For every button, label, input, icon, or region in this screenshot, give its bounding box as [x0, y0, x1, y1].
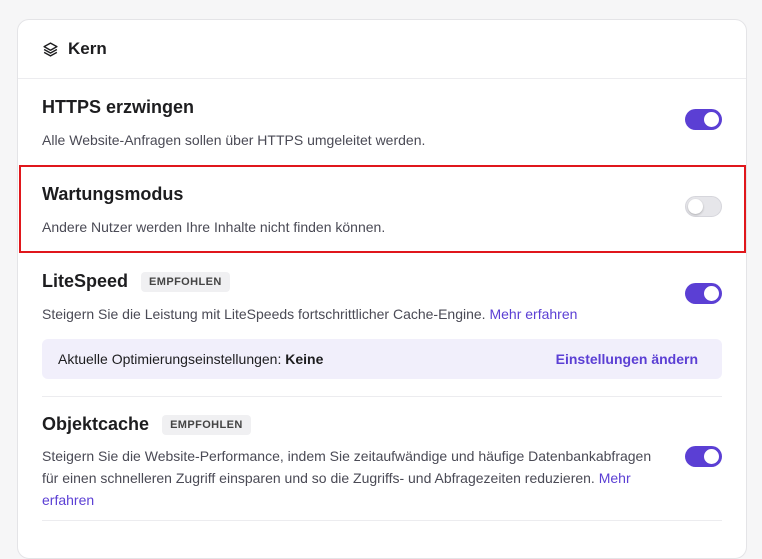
change-settings-button[interactable]: Einstellungen ändern — [556, 351, 698, 367]
objectcache-description-line2-wrap: für einen schnelleren Zugriff einsparen … — [42, 467, 672, 489]
litespeed-toggle[interactable] — [685, 283, 722, 304]
https-toggle[interactable] — [685, 109, 722, 130]
maintenance-description: Andere Nutzer werden Ihre Inhalte nicht … — [42, 219, 386, 235]
toggle-knob — [688, 199, 703, 214]
maintenance-setting: Wartungsmodus — [42, 184, 722, 205]
objectcache-toggle[interactable] — [685, 446, 722, 467]
card-title: Kern — [68, 39, 107, 58]
objectcache-desc-wrap: Steigern Sie die Website-Performance, in… — [42, 445, 672, 511]
objectcache-description-line2: für einen schnelleren Zugriff einsparen … — [42, 470, 595, 486]
litespeed-desc-wrap: Steigern Sie die Leistung mit LiteSpeeds… — [42, 303, 722, 325]
toggle-knob — [704, 286, 719, 301]
optimization-info: Aktuelle Optimierungseinstellungen: Kein… — [58, 351, 323, 367]
https-desc-wrap: Alle Website-Anfragen sollen über HTTPS … — [42, 129, 722, 151]
optimization-value: Keine — [285, 351, 324, 367]
maintenance-desc-wrap: Andere Nutzer werden Ihre Inhalte nicht … — [42, 216, 722, 238]
settings-card: Kern HTTPS erzwingen Alle Website-Anfrag… — [17, 19, 747, 559]
https-setting: HTTPS erzwingen — [42, 97, 722, 118]
divider — [42, 520, 722, 521]
highlight-box — [19, 165, 746, 253]
litespeed-setting: LiteSpeed EMPFOHLEN — [42, 271, 722, 292]
layers-icon — [42, 41, 59, 58]
https-title: HTTPS erzwingen — [42, 97, 195, 117]
objectcache-title-row: Objektcache EMPFOHLEN — [42, 414, 722, 435]
optimization-label: Aktuelle Optimierungseinstellungen: — [58, 351, 282, 367]
learn-more-link[interactable]: Mehr erfahren — [489, 306, 577, 322]
objectcache-description: Steigern Sie die Website-Performance, in… — [42, 445, 672, 511]
maintenance-toggle[interactable] — [685, 196, 722, 217]
litespeed-description: Steigern Sie die Leistung mit LiteSpeeds… — [42, 303, 722, 325]
divider — [42, 396, 722, 397]
objectcache-link-wrap: erfahren — [42, 489, 672, 511]
objectcache-description-line1: Steigern Sie die Website-Performance, in… — [42, 448, 652, 464]
https-description: Alle Website-Anfragen sollen über HTTPS … — [42, 132, 426, 148]
optimization-info-box: Aktuelle Optimierungseinstellungen: Kein… — [42, 339, 722, 379]
toggle-knob — [704, 449, 719, 464]
learn-more-link-continued[interactable]: erfahren — [42, 492, 94, 508]
toggle-knob — [704, 112, 719, 127]
objectcache-title: Objektcache — [42, 414, 150, 434]
recommended-badge: EMPFOHLEN — [162, 414, 251, 435]
recommended-badge: EMPFOHLEN — [141, 271, 230, 292]
learn-more-link[interactable]: Mehr — [599, 470, 631, 486]
litespeed-title-row: LiteSpeed EMPFOHLEN — [42, 271, 722, 292]
card-header: Kern — [18, 20, 746, 79]
litespeed-description-text: Steigern Sie die Leistung mit LiteSpeeds… — [42, 306, 486, 322]
litespeed-title: LiteSpeed — [42, 271, 129, 291]
objectcache-setting: Objektcache EMPFOHLEN — [42, 414, 722, 435]
maintenance-title: Wartungsmodus — [42, 184, 184, 204]
